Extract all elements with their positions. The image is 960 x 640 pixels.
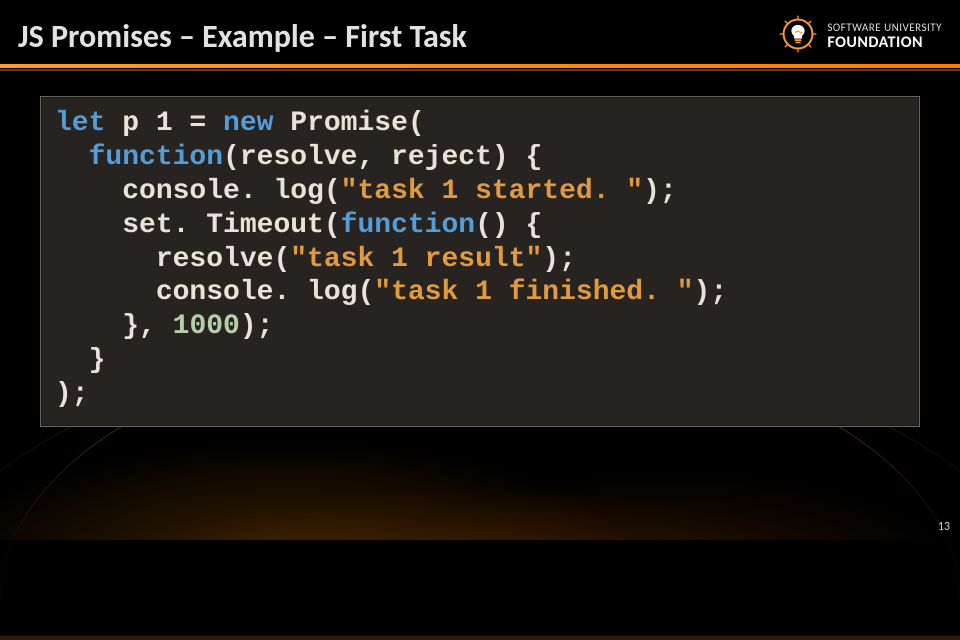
code-line: } — [55, 345, 105, 376]
code-token: function — [341, 210, 475, 241]
code-line: console. log("task 1 finished. "); — [55, 277, 727, 308]
code-line: let p 1 = new Promise( — [55, 108, 425, 139]
code-line: console. log("task 1 started. "); — [55, 176, 677, 207]
code-token: 1000 — [173, 311, 240, 342]
code-token: (resolve, reject) { — [223, 142, 542, 173]
code-line: resolve("task 1 result"); — [55, 244, 576, 275]
code-token: ); — [643, 176, 677, 207]
code-line: function(resolve, reject) { — [55, 142, 542, 173]
brand-line2: FOUNDATION — [827, 35, 942, 51]
code-token: "task 1 started. " — [341, 176, 643, 207]
code-token: () { — [475, 210, 542, 241]
code-token: console. log( — [122, 176, 340, 207]
code-token: resolve( — [156, 244, 290, 275]
code-token: ); — [694, 277, 728, 308]
header-underline — [0, 64, 960, 72]
code-token: new — [223, 108, 290, 139]
code-token: function — [89, 142, 223, 173]
code-token: p 1 = — [122, 108, 223, 139]
code-token: let — [55, 108, 122, 139]
code-line: set. Timeout(function() { — [55, 210, 542, 241]
code-block: let p 1 = new Promise( function(resolve,… — [40, 96, 920, 427]
code-token: ); — [55, 379, 89, 410]
brand-line1: SOFTWARE UNIVERSITY — [827, 22, 942, 33]
lightbulb-gear-icon — [777, 13, 819, 60]
code-token: Promise( — [290, 108, 424, 139]
brand-logo: SOFTWARE UNIVERSITY FOUNDATION — [777, 13, 942, 60]
code-token: } — [89, 345, 106, 376]
header: JS Promises – Example – First Task — [0, 0, 960, 64]
code-token: ); — [542, 244, 576, 275]
slide-title: JS Promises – Example – First Task — [18, 17, 467, 56]
code-token: set. Timeout( — [122, 210, 340, 241]
code-token: }, — [122, 311, 172, 342]
code-line: }, 1000); — [55, 311, 273, 342]
brand-text: SOFTWARE UNIVERSITY FOUNDATION — [827, 22, 942, 51]
page-number: 13 — [938, 520, 950, 534]
code-content: let p 1 = new Promise( function(resolve,… — [55, 107, 905, 412]
code-token: ); — [240, 311, 274, 342]
code-token: "task 1 finished. " — [374, 277, 693, 308]
code-token: "task 1 result" — [290, 244, 542, 275]
code-line: ); — [55, 379, 89, 410]
code-token: console. log( — [156, 277, 374, 308]
